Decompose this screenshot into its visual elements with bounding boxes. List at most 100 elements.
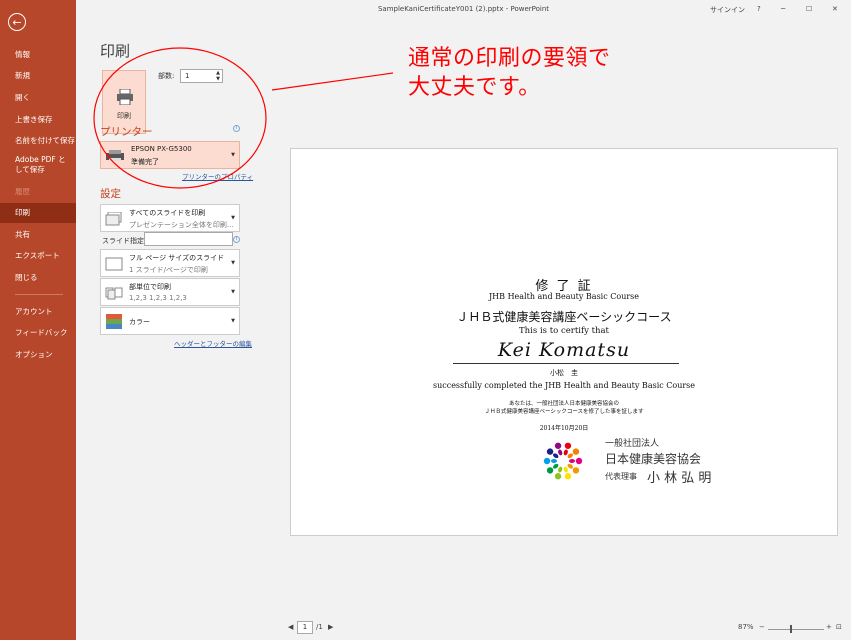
collate-desc: 1,2,3 1,2,3 1,2,3 — [129, 294, 187, 302]
sidebar-item-info[interactable]: 情報 — [0, 45, 76, 65]
sidebar-item-open[interactable]: 開く — [0, 88, 76, 108]
logo-figure-head — [572, 467, 580, 474]
certificate-name-en: Kei Komatsu — [497, 339, 631, 361]
name-underline — [453, 363, 679, 364]
zoom-slider-thumb[interactable] — [790, 625, 792, 633]
page-number-input[interactable]: 1 — [297, 621, 313, 634]
logo-figure-head — [554, 442, 562, 449]
spin-down-icon[interactable]: ▼ — [216, 76, 220, 82]
print-button-label: 印刷 — [117, 112, 131, 120]
logo-figure-body — [551, 459, 557, 463]
logo-figure-head — [543, 457, 551, 465]
rep-title: 代表理事 — [605, 472, 637, 481]
header-footer-link[interactable]: ヘッダーとフッターの編集 — [174, 338, 252, 348]
sidebar-divider — [15, 294, 63, 295]
copies-label: 部数: — [158, 72, 175, 80]
info-icon[interactable]: i — [233, 125, 240, 132]
rep-name: 小 林 弘 明 — [647, 471, 712, 486]
next-page-icon[interactable]: ▶ — [328, 623, 333, 631]
certificate-course-jp: ＪＨＢ式健康美容講座ベーシックコース — [456, 310, 672, 324]
title-bar: SampleKaniCertificateY001 (2).pptx - Pow… — [76, 0, 851, 20]
fit-to-window-icon[interactable]: ⊡ — [836, 623, 842, 631]
association-logo — [543, 442, 583, 480]
printer-dropdown[interactable]: EPSON PX-G5300 準備完了 ▼ — [100, 141, 240, 169]
back-arrow-icon[interactable]: ← — [8, 13, 26, 31]
slides-input[interactable] — [144, 232, 233, 246]
zoom-out-button[interactable]: − — [759, 623, 765, 631]
slides-label: スライド指定: — [102, 237, 147, 245]
printer-name: EPSON PX-G5300 — [131, 145, 192, 153]
logo-figure-head — [546, 448, 554, 455]
backstage-sidebar: ← 情報 新規 開く 上書き保存 名前を付けて保存 Adobe PDF として保… — [0, 0, 76, 640]
copies-value: 1 — [185, 72, 190, 80]
signin-link[interactable]: サインイン — [710, 5, 745, 15]
annotation-line-2: 大丈夫です。 — [408, 75, 541, 100]
logo-figure-body — [558, 449, 563, 456]
logo-figure-head — [572, 448, 580, 455]
sidebar-item-export[interactable]: エクスポート — [0, 246, 76, 266]
logo-figure-body — [567, 453, 573, 459]
page-total: /1 — [316, 623, 323, 631]
logo-figure-head — [575, 457, 583, 465]
layout-dropdown[interactable]: フル ページ サイズのスライド 1 スライド/ページで印刷 ▼ — [100, 249, 240, 277]
sidebar-item-new[interactable]: 新規 — [0, 66, 76, 86]
sidebar-item-print[interactable]: 印刷 — [0, 203, 76, 223]
print-range-dropdown[interactable]: すべてのスライドを印刷 プレゼンテーション全体を印刷… ▼ — [100, 204, 240, 232]
chevron-down-icon: ▼ — [231, 260, 235, 266]
copies-spin-arrows[interactable]: ▲ ▼ — [216, 70, 220, 82]
collate-dropdown[interactable]: 部単位で印刷 1,2,3 1,2,3 1,2,3 ▼ — [100, 278, 240, 306]
logo-figure-body — [567, 463, 573, 469]
chevron-down-icon: ▼ — [231, 289, 235, 295]
page-title: 印刷 — [100, 42, 131, 60]
certificate-completed: successfully completed the JHB Health an… — [432, 381, 696, 390]
printer-device-icon — [106, 150, 124, 161]
sidebar-item-save[interactable]: 上書き保存 — [0, 110, 76, 130]
org-name: 日本健康美容協会 — [605, 452, 702, 466]
sidebar-item-options[interactable]: オプション — [0, 345, 76, 365]
sidebar-item-history: 履歴 — [15, 187, 30, 196]
sidebar-item-save-as-adobe-pdf[interactable]: Adobe PDF として保存 — [0, 153, 76, 177]
printer-section-title: プリンター — [100, 126, 153, 138]
slide-preview: 修 了 証 JHB Health and Beauty Basic Course… — [290, 148, 838, 536]
sidebar-item-account[interactable]: アカウント — [0, 302, 76, 322]
full-page-slide-icon — [105, 257, 123, 271]
print-range-desc: プレゼンテーション全体を印刷… — [129, 221, 234, 229]
zoom-in-button[interactable]: + — [826, 623, 832, 631]
maximize-button[interactable]: ☐ — [806, 5, 812, 13]
zoom-level[interactable]: 87% — [738, 623, 754, 631]
printer-status: 準備完了 — [131, 158, 159, 166]
sidebar-item-share[interactable]: 共有 — [0, 225, 76, 245]
sidebar-item-feedback[interactable]: フィードバック — [0, 323, 76, 343]
logo-figure-body — [569, 459, 575, 463]
logo-figure-head — [554, 473, 562, 480]
close-window-button[interactable]: ✕ — [832, 5, 838, 13]
sidebar-item-save-as[interactable]: 名前を付けて保存 — [0, 131, 76, 151]
color-dropdown[interactable]: カラー ▼ — [100, 307, 240, 335]
certificate-course-en: JHB Health and Beauty Basic Course — [488, 292, 640, 301]
annotation-text: 通常の印刷の要領で 大丈夫です。 — [408, 44, 611, 102]
logo-figure-body — [553, 453, 559, 459]
zoom-slider-track[interactable] — [768, 629, 824, 630]
chevron-down-icon: ▼ — [231, 215, 235, 221]
collate-label: 部単位で印刷 — [129, 283, 171, 291]
logo-figure-head — [546, 467, 554, 474]
certificate-date: 2014年10月20日 — [539, 425, 589, 432]
printer-properties-link[interactable]: プリンターのプロパティ — [182, 171, 253, 181]
logo-figure-body — [558, 466, 563, 473]
collate-icon — [105, 287, 123, 300]
prev-page-icon[interactable]: ◀ — [288, 623, 293, 631]
sidebar-item-close[interactable]: 閉じる — [0, 268, 76, 288]
help-button[interactable]: ? — [757, 5, 761, 13]
logo-figure-head — [564, 473, 572, 480]
copies-stepper[interactable]: 1 ▲ ▼ — [180, 69, 223, 83]
settings-section-title: 設定 — [100, 188, 121, 200]
logo-figure-body — [563, 466, 568, 473]
printer-icon — [117, 89, 133, 105]
logo-figure-body — [553, 463, 559, 469]
org-type: 一般社団法人 — [605, 439, 660, 449]
slides-stack-icon — [105, 212, 122, 226]
info-icon[interactable]: i — [233, 236, 240, 243]
minimize-button[interactable]: ─ — [781, 5, 785, 13]
logo-figure-head — [564, 442, 572, 449]
certificate-certify: This is to certify that — [519, 326, 609, 336]
